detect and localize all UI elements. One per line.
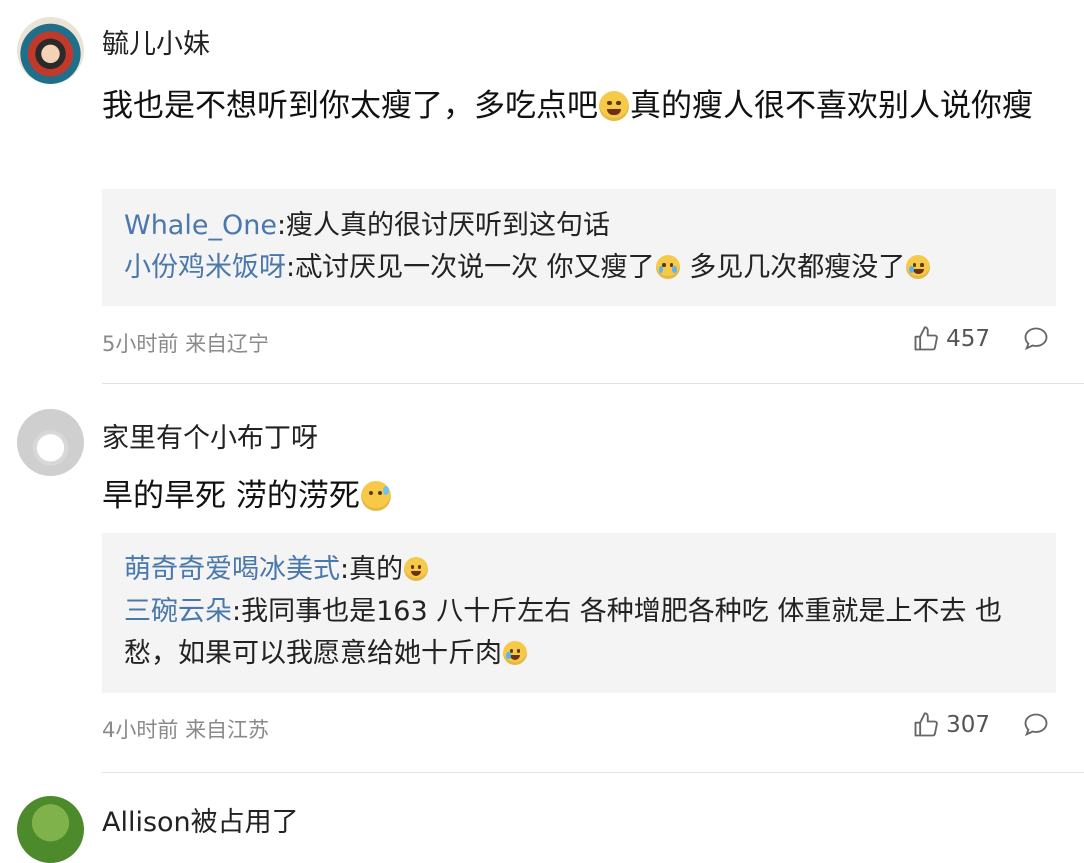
reply-item: 小份鸡米饭呀:忒讨厌见一次说一次 你又瘦了 多见几次都瘦没了 [124,247,1036,289]
comment-actions: 457 [912,325,1050,353]
comment-actions: 307 [912,711,1050,739]
avatar[interactable] [17,17,84,84]
reply-item: Whale_One:瘦人真的很讨厌听到这句话 [124,205,1036,247]
laughing-face-icon [404,557,429,581]
thumbs-up-icon[interactable] [912,711,940,739]
divider [102,383,1084,384]
comment-time: 4小时前 [102,718,179,742]
laughing-tears-icon [906,255,931,279]
comment-bubble-icon[interactable] [1022,325,1050,353]
reply-preview-box[interactable]: 萌奇奇爱喝冰美式:真的 三碗云朵:我同事也是163 八十斤左右 各种增肥各种吃 … [102,533,1056,693]
comment-bubble-icon[interactable] [1022,711,1050,739]
divider [102,772,1084,773]
reply-preview-box[interactable]: Whale_One:瘦人真的很讨厌听到这句话 小份鸡米饭呀:忒讨厌见一次说一次 … [102,189,1056,306]
thumbs-up-icon[interactable] [912,325,940,353]
comment-meta: 4小时前 来自江苏 [102,714,269,744]
comment-time: 5小时前 [102,332,179,356]
like-count[interactable]: 457 [946,326,990,352]
comment-body: 旱的旱死 涝的涝死 [102,473,1062,519]
comment-username[interactable]: Allison被占用了 [102,800,299,839]
reply-item: 萌奇奇爱喝冰美式:真的 [124,549,1036,591]
reply-text: :忒讨厌见一次说一次 你又瘦了 [286,252,655,283]
comment-body: 我也是不想听到你太瘦了，多吃点吧 真的瘦人很不喜欢别人说你瘦 [102,83,1062,129]
avatar[interactable] [17,409,84,476]
reply-username[interactable]: 三碗云朵 [124,596,232,627]
comment-text: 真的瘦人很不喜欢别人说你瘦 [630,88,1033,124]
avatar[interactable] [17,796,84,863]
reply-text: :我同事也是163 八十斤左右 各种增肥各种吃 体重就是上不去 也愁，如果可以我… [124,596,1002,669]
reply-username[interactable]: 萌奇奇爱喝冰美式 [124,554,340,585]
reply-text: :瘦人真的很讨厌听到这句话 [276,210,611,241]
reply-item: 三碗云朵:我同事也是163 八十斤左右 各种增肥各种吃 体重就是上不去 也愁，如… [124,591,1036,675]
comment-location: 来自江苏 [185,718,270,742]
comment-location: 来自辽宁 [185,332,270,356]
reply-text: :真的 [340,554,404,585]
laughing-tears-icon [503,641,527,665]
like-count[interactable]: 307 [946,712,990,738]
sweat-face-icon [360,481,391,511]
comment-text: 旱的旱死 涝的涝死 [102,478,360,514]
reply-username[interactable]: 小份鸡米饭呀 [124,252,286,283]
comment-meta: 5小时前 来自辽宁 [102,328,269,358]
comment-username[interactable]: 毓儿小妹 [102,22,210,61]
comment-username[interactable]: 家里有个小布丁呀 [102,416,318,455]
comment-text: 我也是不想听到你太瘦了，多吃点吧 [102,88,598,124]
reply-text: 多见几次都瘦没了 [680,252,906,283]
crying-face-icon [655,255,680,279]
reply-username[interactable]: Whale_One [124,210,277,241]
grinning-face-icon [599,91,629,121]
